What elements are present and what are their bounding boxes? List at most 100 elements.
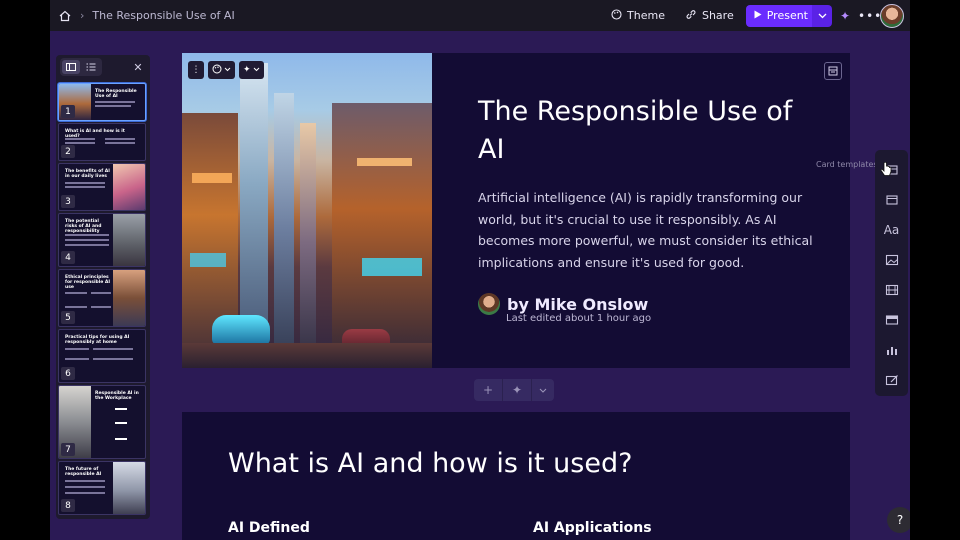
- window-glow: [192, 173, 232, 183]
- topbar-actions: Theme Share Present ✦ •••: [603, 0, 904, 31]
- thumbnail-title: The potential risks of AI and responsibi…: [65, 219, 102, 234]
- ai-sparkle-icon: ✦: [243, 65, 251, 75]
- futuristic-city-image[interactable]: ⋮ ✦: [182, 53, 432, 368]
- author-avatar: [478, 293, 500, 315]
- text-icon[interactable]: Aa: [881, 218, 903, 242]
- card-heading[interactable]: What is AI and how is it used?: [228, 448, 632, 479]
- image-icon[interactable]: [881, 248, 903, 272]
- thumbnail-text-line: [65, 186, 105, 188]
- chevron-down-icon[interactable]: [532, 379, 554, 401]
- left-letterbox: [0, 0, 50, 540]
- thumbnail-image: [113, 270, 145, 326]
- breadcrumb: › The Responsible Use of AI: [58, 9, 235, 23]
- thumbnail-text-line: [105, 138, 135, 140]
- slide-number: 8: [61, 499, 75, 512]
- list-view-icon[interactable]: [82, 60, 100, 74]
- window-glow: [357, 158, 412, 166]
- embed-icon[interactable]: [881, 308, 903, 332]
- hover-car: [212, 315, 270, 345]
- thumbnail-title: The benefits of AI in our daily lives: [65, 169, 110, 179]
- chevron-down-icon: [253, 65, 260, 75]
- video-icon[interactable]: [881, 278, 903, 302]
- thumbnail-text-line: [95, 101, 135, 103]
- close-panel-icon[interactable]: ✕: [130, 61, 146, 74]
- layout-icon[interactable]: [881, 188, 903, 212]
- share-button[interactable]: Share: [677, 5, 742, 27]
- thumbnail-text-line: [65, 492, 105, 494]
- more-options-icon[interactable]: •••: [858, 9, 881, 23]
- panel-header: ✕: [56, 55, 150, 79]
- author-name[interactable]: by Mike Onslow: [507, 295, 648, 314]
- insert-toolbar: Aa: [875, 150, 908, 396]
- neon-sign: [362, 258, 422, 276]
- intro-paragraph[interactable]: Artificial intelligence (AI) is rapidly …: [478, 187, 818, 273]
- slide-thumbnail-3[interactable]: The benefits of AI in our daily lives 3: [58, 163, 146, 211]
- add-card-icon[interactable]: +: [474, 379, 503, 401]
- thumbnail-text-line: [65, 306, 87, 308]
- thumbnail-text-line: [65, 292, 87, 294]
- slide-thumbnail-5[interactable]: Ethical principles for responsible AI us…: [58, 269, 146, 327]
- thumbnail-text-line: [65, 182, 105, 184]
- chart-icon[interactable]: [881, 338, 903, 362]
- share-label: Share: [701, 9, 734, 22]
- slide-thumbnail-7[interactable]: Responsible AI in the Workplace 7: [58, 385, 146, 459]
- slide-thumbnail-panel: ✕ The Responsible Use of AI 1 What is AI…: [56, 55, 150, 519]
- form-icon[interactable]: [881, 368, 903, 392]
- thumbnail-text-line: [95, 105, 131, 107]
- title-card[interactable]: ⋮ ✦ The Responsible Use of AI Artificial…: [182, 53, 850, 368]
- thumbnail-text-line: [115, 438, 127, 440]
- present-options-button[interactable]: [812, 4, 832, 27]
- thumbnail-text-line: [65, 239, 109, 241]
- theme-button[interactable]: Theme: [603, 5, 673, 27]
- drag-handle-icon[interactable]: ⋮: [188, 61, 204, 79]
- present-split-button: Present: [745, 4, 832, 27]
- hand-cursor-icon: [880, 161, 892, 178]
- home-icon[interactable]: [58, 9, 72, 23]
- presentation-title[interactable]: The Responsible Use of AI: [478, 93, 818, 169]
- slide-thumbnail-6[interactable]: Practical tips for using AI responsibly …: [58, 329, 146, 383]
- slide-thumbnail-2[interactable]: What is AI and how is it used? 2: [58, 123, 146, 161]
- author-row: by Mike Onslow: [478, 293, 818, 315]
- palette-icon: [212, 64, 222, 77]
- ai-image-button[interactable]: ✦: [239, 61, 264, 79]
- chevron-down-icon: [224, 65, 231, 75]
- thumbnail-text-line: [65, 234, 109, 236]
- thumbnail-text-line: [65, 142, 95, 144]
- thumbnail-text-line: [115, 408, 127, 410]
- ai-sparkle-icon[interactable]: ✦: [836, 9, 854, 23]
- subheading-ai-defined[interactable]: AI Defined: [228, 520, 310, 536]
- thumbnail-text-line: [65, 480, 105, 482]
- thumbnail-image: [113, 214, 145, 266]
- slide-thumbnail-8[interactable]: The future of responsible AI 8: [58, 461, 146, 515]
- image-style-button[interactable]: [208, 61, 235, 79]
- subheading-ai-applications[interactable]: AI Applications: [533, 520, 652, 536]
- thumbnail-text-line: [105, 142, 135, 144]
- thumbnail-text-line: [65, 358, 89, 360]
- user-avatar[interactable]: [880, 3, 904, 28]
- view-toggle: [60, 58, 102, 76]
- thumbnail-text-line: [91, 306, 111, 308]
- thumbnail-text-line: [115, 422, 127, 424]
- thumbnail-title: Ethical principles for responsible AI us…: [65, 275, 111, 290]
- title-card-content: The Responsible Use of AI Artificial int…: [478, 93, 818, 324]
- image-toolbar: ⋮ ✦: [188, 61, 264, 79]
- slide-thumbnail-4[interactable]: The potential risks of AI and responsibi…: [58, 213, 146, 267]
- ai-definition-card[interactable]: What is AI and how is it used? AI Define…: [182, 412, 850, 540]
- thumbnail-text-line: [93, 358, 133, 360]
- theme-label: Theme: [627, 9, 665, 22]
- ai-add-card-icon[interactable]: ✦: [503, 379, 532, 401]
- slide-thumbnail-1[interactable]: The Responsible Use of AI 1: [58, 83, 146, 121]
- present-label: Present: [766, 9, 808, 22]
- thumbnail-title: The Responsible Use of AI: [95, 89, 137, 99]
- present-button[interactable]: Present: [745, 4, 816, 27]
- thumbnail-image: [113, 462, 145, 514]
- thumbnail-title: Practical tips for using AI responsibly …: [65, 335, 130, 345]
- thumbnail-text-line: [93, 348, 133, 350]
- play-icon: [754, 9, 762, 22]
- thumbnail-text-line: [65, 244, 109, 246]
- help-button[interactable]: ?: [887, 507, 910, 533]
- thumbnail-view-icon[interactable]: [62, 60, 80, 74]
- document-title[interactable]: The Responsible Use of AI: [92, 9, 234, 22]
- card-layout-icon[interactable]: [824, 62, 842, 80]
- last-edited-text: Last edited about 1 hour ago: [506, 313, 652, 324]
